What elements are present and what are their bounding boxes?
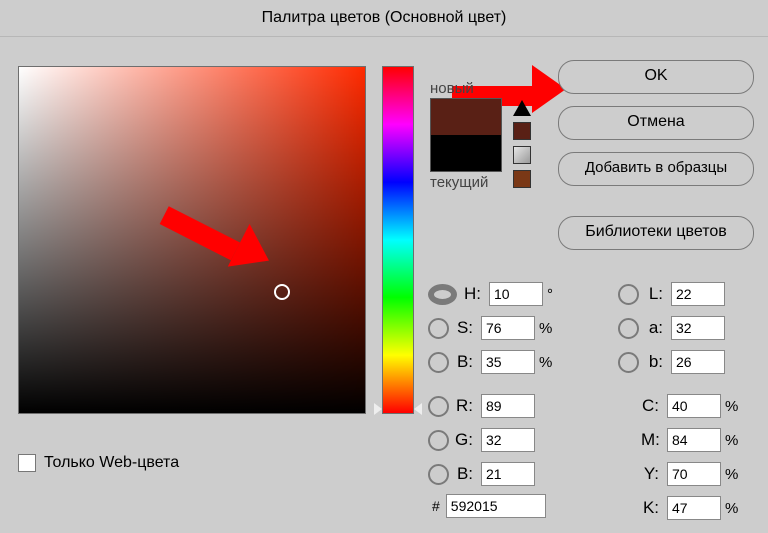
- radio-g[interactable]: [428, 430, 449, 451]
- cancel-button[interactable]: Отмена: [558, 106, 754, 140]
- unit-b: %: [539, 354, 555, 371]
- input-k[interactable]: [667, 496, 721, 520]
- input-g[interactable]: [481, 428, 535, 452]
- unit-k: %: [725, 500, 741, 517]
- label-new: новый: [430, 80, 474, 97]
- input-y[interactable]: [667, 462, 721, 486]
- label-a: a:: [645, 318, 663, 338]
- input-s[interactable]: [481, 316, 535, 340]
- input-a[interactable]: [671, 316, 725, 340]
- color-libraries-button[interactable]: Библиотеки цветов: [558, 216, 754, 250]
- label-s: S:: [455, 318, 473, 338]
- preview-new-color: [431, 99, 501, 135]
- label-m: M:: [641, 430, 659, 450]
- label-b: B:: [455, 352, 473, 372]
- label-lab-b: b:: [645, 352, 663, 372]
- radio-h[interactable]: [428, 284, 457, 305]
- label-c: C:: [641, 396, 659, 416]
- websafe-swatch[interactable]: [513, 170, 531, 188]
- input-hex[interactable]: [446, 494, 546, 518]
- input-c[interactable]: [667, 394, 721, 418]
- label-k: K:: [641, 498, 659, 518]
- unit-c: %: [725, 398, 741, 415]
- add-to-swatches-button[interactable]: Добавить в образцы: [558, 152, 754, 186]
- label-r: R:: [455, 396, 473, 416]
- label-h: H:: [463, 284, 481, 304]
- web-only-label: Только Web-цвета: [44, 454, 179, 472]
- unit-y: %: [725, 466, 741, 483]
- input-r[interactable]: [481, 394, 535, 418]
- radio-l[interactable]: [618, 284, 639, 305]
- preview-current-color: [431, 135, 501, 171]
- input-lab-b[interactable]: [671, 350, 725, 374]
- window-title: Палитра цветов (Основной цвет): [0, 0, 768, 37]
- gamut-warning-icon[interactable]: [513, 100, 531, 116]
- unit-h: °: [547, 286, 563, 303]
- label-y: Y:: [641, 464, 659, 484]
- web-only-checkbox[interactable]: [18, 454, 36, 472]
- input-rgb-b[interactable]: [481, 462, 535, 486]
- unit-m: %: [725, 432, 741, 449]
- label-b2: B:: [455, 464, 473, 484]
- input-m[interactable]: [667, 428, 721, 452]
- unit-s: %: [539, 320, 555, 337]
- gamut-swatch[interactable]: [513, 122, 531, 140]
- radio-lab-b[interactable]: [618, 352, 639, 373]
- label-hex: #: [432, 498, 440, 514]
- ok-button[interactable]: OK: [558, 60, 754, 94]
- radio-a[interactable]: [618, 318, 639, 339]
- label-g: G:: [455, 430, 473, 450]
- hue-slider[interactable]: [382, 66, 414, 414]
- radio-s[interactable]: [428, 318, 449, 339]
- saturation-brightness-field[interactable]: [18, 66, 366, 414]
- input-b[interactable]: [481, 350, 535, 374]
- label-l: L:: [645, 284, 663, 304]
- radio-b[interactable]: [428, 352, 449, 373]
- label-current: текущий: [430, 174, 488, 191]
- input-h[interactable]: [489, 282, 543, 306]
- websafe-icon[interactable]: [513, 146, 531, 164]
- color-preview: [430, 98, 502, 172]
- radio-b2[interactable]: [428, 464, 449, 485]
- input-l[interactable]: [671, 282, 725, 306]
- radio-r[interactable]: [428, 396, 449, 417]
